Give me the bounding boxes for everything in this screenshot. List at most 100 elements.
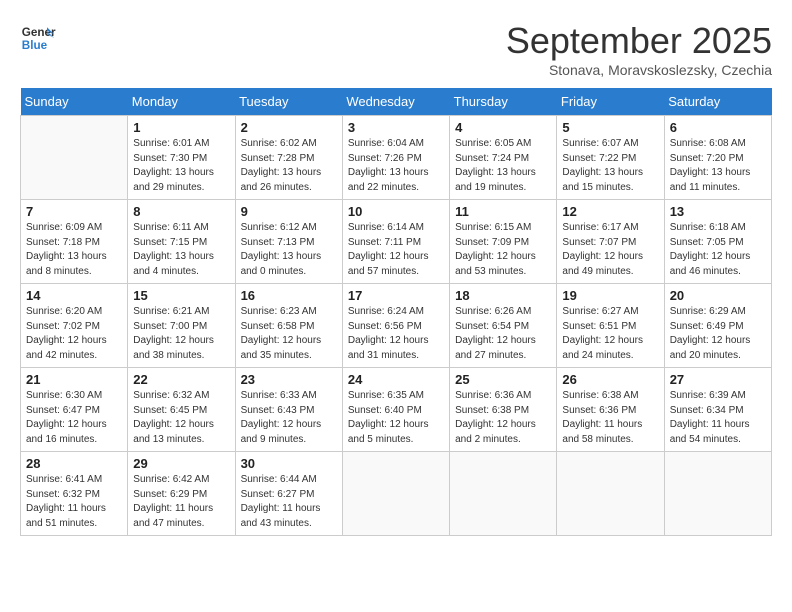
day-info: Sunrise: 6:04 AM Sunset: 7:26 PM Dayligh… xyxy=(348,137,444,195)
calendar-week-row: 28 Sunrise: 6:41 AM Sunset: 6:32 PM Dayli… xyxy=(21,452,772,536)
calendar-day-cell: 2 Sunrise: 6:02 AM Sunset: 7:28 PM Daylig… xyxy=(235,116,342,200)
calendar-day-cell: 25 Sunrise: 6:36 AM Sunset: 6:38 PM Dayli… xyxy=(450,368,557,452)
day-info: Sunrise: 6:12 AM Sunset: 7:13 PM Dayligh… xyxy=(241,221,337,279)
day-of-week-header: Saturday xyxy=(664,88,771,116)
calendar-table: SundayMondayTuesdayWednesdayThursdayFrid… xyxy=(20,88,772,536)
day-number: 7 xyxy=(26,204,122,219)
day-number: 28 xyxy=(26,456,122,471)
day-of-week-header: Monday xyxy=(128,88,235,116)
calendar-day-cell: 15 Sunrise: 6:21 AM Sunset: 7:00 PM Dayli… xyxy=(128,284,235,368)
day-info: Sunrise: 6:27 AM Sunset: 6:51 PM Dayligh… xyxy=(562,305,658,363)
day-number: 3 xyxy=(348,120,444,135)
day-info: Sunrise: 6:32 AM Sunset: 6:45 PM Dayligh… xyxy=(133,389,229,447)
calendar-day-cell: 28 Sunrise: 6:41 AM Sunset: 6:32 PM Dayli… xyxy=(21,452,128,536)
day-number: 30 xyxy=(241,456,337,471)
day-info: Sunrise: 6:02 AM Sunset: 7:28 PM Dayligh… xyxy=(241,137,337,195)
day-number: 24 xyxy=(348,372,444,387)
calendar-day-cell: 21Sunrise: 6:30 AM Sunset: 6:47 PM Dayli… xyxy=(21,368,128,452)
calendar-day-cell: 8Sunrise: 6:11 AM Sunset: 7:15 PM Daylig… xyxy=(128,200,235,284)
calendar-week-row: 7 Sunrise: 6:09 AM Sunset: 7:18 PM Daylig… xyxy=(21,200,772,284)
day-info: Sunrise: 6:35 AM Sunset: 6:40 PM Dayligh… xyxy=(348,389,444,447)
day-info: Sunrise: 6:44 AM Sunset: 6:27 PM Dayligh… xyxy=(241,473,337,531)
day-number: 23 xyxy=(241,372,337,387)
day-info: Sunrise: 6:14 AM Sunset: 7:11 PM Dayligh… xyxy=(348,221,444,279)
day-number: 2 xyxy=(241,120,337,135)
calendar-day-cell: 3 Sunrise: 6:04 AM Sunset: 7:26 PM Daylig… xyxy=(342,116,449,200)
calendar-day-cell: 24 Sunrise: 6:35 AM Sunset: 6:40 PM Dayli… xyxy=(342,368,449,452)
day-number: 27 xyxy=(670,372,766,387)
calendar-day-cell: 26 Sunrise: 6:38 AM Sunset: 6:36 PM Dayli… xyxy=(557,368,664,452)
calendar-day-cell: 14Sunrise: 6:20 AM Sunset: 7:02 PM Dayli… xyxy=(21,284,128,368)
day-info: Sunrise: 6:33 AM Sunset: 6:43 PM Dayligh… xyxy=(241,389,337,447)
day-of-week-header: Tuesday xyxy=(235,88,342,116)
day-of-week-header: Wednesday xyxy=(342,88,449,116)
day-info: Sunrise: 6:07 AM Sunset: 7:22 PM Dayligh… xyxy=(562,137,658,195)
day-info: Sunrise: 6:05 AM Sunset: 7:24 PM Dayligh… xyxy=(455,137,551,195)
calendar-header-row: SundayMondayTuesdayWednesdayThursdayFrid… xyxy=(21,88,772,116)
day-number: 4 xyxy=(455,120,551,135)
day-info: Sunrise: 6:36 AM Sunset: 6:38 PM Dayligh… xyxy=(455,389,551,447)
calendar-week-row: 21Sunrise: 6:30 AM Sunset: 6:47 PM Dayli… xyxy=(21,368,772,452)
day-of-week-header: Friday xyxy=(557,88,664,116)
day-number: 10 xyxy=(348,204,444,219)
day-info: Sunrise: 6:42 AM Sunset: 6:29 PM Dayligh… xyxy=(133,473,229,531)
day-info: Sunrise: 6:01 AM Sunset: 7:30 PM Dayligh… xyxy=(133,137,229,195)
day-number: 26 xyxy=(562,372,658,387)
calendar-day-cell: 6 Sunrise: 6:08 AM Sunset: 7:20 PM Daylig… xyxy=(664,116,771,200)
calendar-day-cell: 10 Sunrise: 6:14 AM Sunset: 7:11 PM Dayli… xyxy=(342,200,449,284)
calendar-day-cell: 12 Sunrise: 6:17 AM Sunset: 7:07 PM Dayli… xyxy=(557,200,664,284)
day-number: 9 xyxy=(241,204,337,219)
day-info: Sunrise: 6:18 AM Sunset: 7:05 PM Dayligh… xyxy=(670,221,766,279)
calendar-day-cell: 17Sunrise: 6:24 AM Sunset: 6:56 PM Dayli… xyxy=(342,284,449,368)
day-number: 17 xyxy=(348,288,444,303)
logo-icon: General Blue xyxy=(20,20,56,56)
month-title: September 2025 xyxy=(506,20,772,62)
day-number: 25 xyxy=(455,372,551,387)
day-info: Sunrise: 6:20 AM Sunset: 7:02 PM Dayligh… xyxy=(26,305,122,363)
day-number: 8 xyxy=(133,204,229,219)
day-info: Sunrise: 6:15 AM Sunset: 7:09 PM Dayligh… xyxy=(455,221,551,279)
calendar-day-cell: 19Sunrise: 6:27 AM Sunset: 6:51 PM Dayli… xyxy=(557,284,664,368)
day-number: 16 xyxy=(241,288,337,303)
day-info: Sunrise: 6:17 AM Sunset: 7:07 PM Dayligh… xyxy=(562,221,658,279)
day-info: Sunrise: 6:30 AM Sunset: 6:47 PM Dayligh… xyxy=(26,389,122,447)
calendar-day-cell xyxy=(21,116,128,200)
calendar-day-cell: 29 Sunrise: 6:42 AM Sunset: 6:29 PM Dayli… xyxy=(128,452,235,536)
day-number: 11 xyxy=(455,204,551,219)
day-of-week-header: Thursday xyxy=(450,88,557,116)
day-info: Sunrise: 6:09 AM Sunset: 7:18 PM Dayligh… xyxy=(26,221,122,279)
location: Stonava, Moravskoslezsky, Czechia xyxy=(506,62,772,78)
day-info: Sunrise: 6:41 AM Sunset: 6:32 PM Dayligh… xyxy=(26,473,122,531)
day-of-week-header: Sunday xyxy=(21,88,128,116)
day-number: 12 xyxy=(562,204,658,219)
calendar-day-cell: 18Sunrise: 6:26 AM Sunset: 6:54 PM Dayli… xyxy=(450,284,557,368)
day-number: 6 xyxy=(670,120,766,135)
calendar-day-cell: 20Sunrise: 6:29 AM Sunset: 6:49 PM Dayli… xyxy=(664,284,771,368)
calendar-day-cell: 22Sunrise: 6:32 AM Sunset: 6:45 PM Dayli… xyxy=(128,368,235,452)
day-info: Sunrise: 6:39 AM Sunset: 6:34 PM Dayligh… xyxy=(670,389,766,447)
calendar-day-cell: 13Sunrise: 6:18 AM Sunset: 7:05 PM Dayli… xyxy=(664,200,771,284)
day-info: Sunrise: 6:23 AM Sunset: 6:58 PM Dayligh… xyxy=(241,305,337,363)
day-number: 5 xyxy=(562,120,658,135)
day-number: 1 xyxy=(133,120,229,135)
calendar-day-cell: 4 Sunrise: 6:05 AM Sunset: 7:24 PM Daylig… xyxy=(450,116,557,200)
day-number: 29 xyxy=(133,456,229,471)
day-info: Sunrise: 6:08 AM Sunset: 7:20 PM Dayligh… xyxy=(670,137,766,195)
calendar-day-cell xyxy=(342,452,449,536)
day-info: Sunrise: 6:26 AM Sunset: 6:54 PM Dayligh… xyxy=(455,305,551,363)
calendar-week-row: 14Sunrise: 6:20 AM Sunset: 7:02 PM Dayli… xyxy=(21,284,772,368)
day-number: 15 xyxy=(133,288,229,303)
calendar-day-cell: 7 Sunrise: 6:09 AM Sunset: 7:18 PM Daylig… xyxy=(21,200,128,284)
day-number: 20 xyxy=(670,288,766,303)
page-header: General Blue September 2025 Stonava, Mor… xyxy=(20,20,772,78)
day-info: Sunrise: 6:21 AM Sunset: 7:00 PM Dayligh… xyxy=(133,305,229,363)
calendar-day-cell xyxy=(450,452,557,536)
day-info: Sunrise: 6:38 AM Sunset: 6:36 PM Dayligh… xyxy=(562,389,658,447)
calendar-day-cell: 9 Sunrise: 6:12 AM Sunset: 7:13 PM Daylig… xyxy=(235,200,342,284)
calendar-week-row: 1 Sunrise: 6:01 AM Sunset: 7:30 PM Daylig… xyxy=(21,116,772,200)
calendar-day-cell: 27 Sunrise: 6:39 AM Sunset: 6:34 PM Dayli… xyxy=(664,368,771,452)
calendar-day-cell: 23 Sunrise: 6:33 AM Sunset: 6:43 PM Dayli… xyxy=(235,368,342,452)
calendar-day-cell: 5 Sunrise: 6:07 AM Sunset: 7:22 PM Daylig… xyxy=(557,116,664,200)
calendar-day-cell: 11 Sunrise: 6:15 AM Sunset: 7:09 PM Dayli… xyxy=(450,200,557,284)
svg-text:Blue: Blue xyxy=(22,39,48,52)
